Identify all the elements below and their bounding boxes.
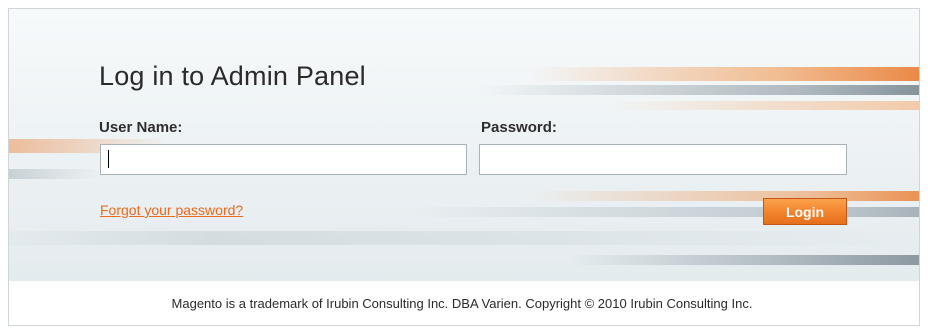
username-input[interactable] xyxy=(100,144,467,175)
login-panel: Log in to Admin Panel User Name: Passwor… xyxy=(9,9,919,282)
decorative-streak xyxy=(569,255,919,265)
decorative-streak xyxy=(529,67,919,81)
username-label: User Name: xyxy=(99,119,183,136)
password-input[interactable] xyxy=(479,144,847,175)
login-button[interactable]: Login xyxy=(763,198,847,225)
decorative-streak xyxy=(529,191,919,201)
forgot-password-link[interactable]: Forgot your password? xyxy=(100,202,243,218)
decorative-streak xyxy=(9,169,99,179)
login-page: Log in to Admin Panel User Name: Passwor… xyxy=(8,8,920,326)
decorative-streak xyxy=(609,101,919,110)
footer: Magento is a trademark of Irubin Consult… xyxy=(9,281,919,325)
password-label: Password: xyxy=(481,119,557,136)
decorative-streak xyxy=(9,231,919,245)
copyright-text: Magento is a trademark of Irubin Consult… xyxy=(171,296,753,311)
text-cursor xyxy=(108,150,109,168)
decorative-streak xyxy=(479,85,919,95)
page-title: Log in to Admin Panel xyxy=(99,61,366,91)
